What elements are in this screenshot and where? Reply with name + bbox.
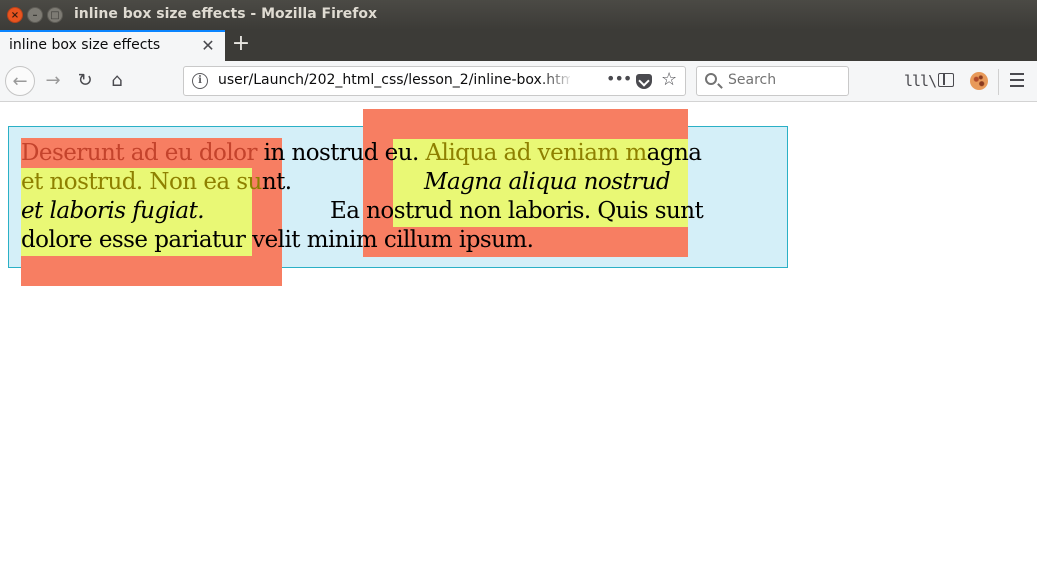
page-actions-icon[interactable]: •••: [606, 69, 632, 88]
line1-text-d: agna: [646, 140, 702, 166]
tab-title: inline box size effects: [9, 37, 161, 53]
line3-text-b: Ea nostrud non laboris. Quis sunt: [330, 198, 704, 224]
toolbar-separator: [998, 69, 999, 95]
tab-inline-box-size-effects[interactable]: inline box size effects ✕: [0, 30, 225, 61]
pocket-icon[interactable]: [636, 74, 652, 89]
first-inline-italic-text: et laboris fugiat.: [21, 198, 205, 224]
first-inline-text-a: Deserunt ad eu dolor: [21, 140, 257, 166]
line2-text-b: nt.: [261, 169, 292, 195]
paragraph-line-3-rest: Ea nostrud non laboris. Quis sunt: [330, 197, 704, 226]
reload-button[interactable]: ↻: [70, 66, 100, 96]
second-inline-italic-text: Magna aliqua nostrud: [424, 169, 671, 195]
search-icon: [705, 73, 717, 85]
bookmark-star-icon[interactable]: ☆: [661, 69, 677, 90]
hamburger-menu-icon[interactable]: [1010, 73, 1024, 87]
url-text[interactable]: user/Launch/202_html_css/lesson_2/inline…: [218, 72, 570, 88]
library-icon[interactable]: lll\: [904, 72, 937, 90]
reload-icon: ↻: [77, 70, 93, 91]
paragraph-line-2-italic: Magna aliqua nostrud: [424, 168, 671, 197]
info-icon[interactable]: i: [192, 73, 208, 89]
window-titlebar: × – □ inline box size effects - Mozilla …: [0, 0, 1037, 30]
home-icon: ⌂: [111, 70, 123, 91]
window-minimize-button[interactable]: –: [27, 7, 43, 23]
window-maximize-button[interactable]: □: [47, 7, 63, 23]
paragraph-line-1: Deserunt ad eu dolor in nostrud eu. Aliq…: [21, 139, 702, 168]
window-close-button[interactable]: ×: [7, 7, 23, 23]
navigation-toolbar: ← → ↻ ⌂ i user/Launch/202_html_css/lesso…: [0, 61, 1037, 102]
forward-button[interactable]: →: [38, 66, 68, 96]
page-content: Deserunt ad eu dolor in nostrud eu. Aliq…: [0, 102, 1037, 576]
tab-strip: inline box size effects ✕ +: [0, 30, 1037, 61]
first-inline-text-b: et nostrud. Non ea su: [21, 169, 262, 195]
cookie-extension-icon[interactable]: [970, 72, 988, 90]
url-fade: [540, 69, 574, 93]
sidebar-icon[interactable]: [938, 73, 954, 87]
back-icon: ←: [12, 71, 28, 92]
window-title: inline box size effects - Mozilla Firefo…: [74, 6, 378, 22]
search-input[interactable]: Search: [728, 72, 776, 88]
forward-icon: →: [45, 70, 61, 91]
paragraph-line-4: dolore esse pariatur velit minim cillum …: [21, 226, 534, 255]
second-inline-text-a: Aliqua ad veniam m: [425, 140, 648, 166]
line4-text: dolore esse pariatur velit minim cillum …: [21, 227, 534, 253]
search-bar[interactable]: Search: [696, 66, 849, 96]
new-tab-button[interactable]: +: [230, 31, 252, 57]
tab-close-icon[interactable]: ✕: [199, 36, 217, 55]
url-bar[interactable]: i user/Launch/202_html_css/lesson_2/inli…: [183, 66, 686, 96]
paragraph-line-3: et laboris fugiat.: [21, 197, 205, 226]
back-button[interactable]: ←: [5, 66, 35, 96]
paragraph-line-2: et nostrud. Non ea sunt.: [21, 168, 292, 197]
home-button[interactable]: ⌂: [102, 66, 132, 96]
line1-text-b: in nostrud eu.: [256, 140, 426, 166]
